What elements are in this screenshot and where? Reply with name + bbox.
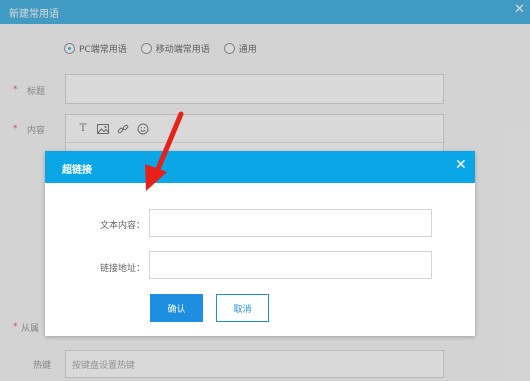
annotation-arrow-icon — [145, 111, 184, 191]
